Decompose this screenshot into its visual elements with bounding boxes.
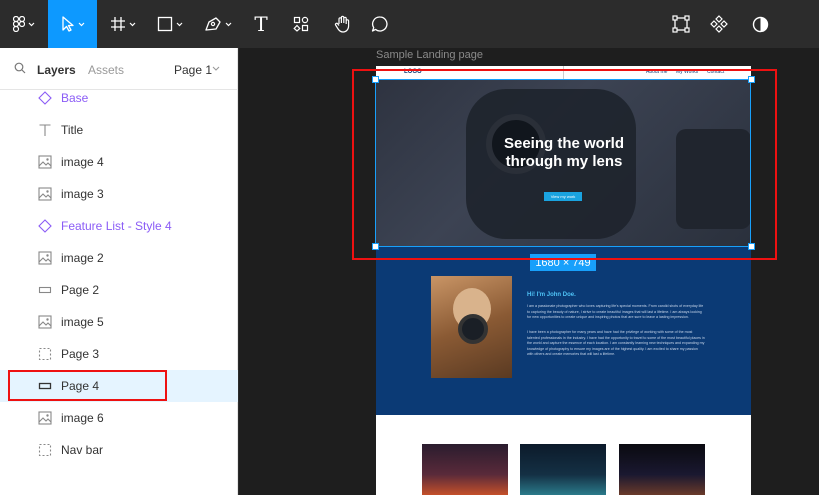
pen-tool-button[interactable] [196, 0, 240, 48]
layer-label: Nav bar [61, 443, 104, 457]
shape-tool-button[interactable] [150, 0, 190, 48]
rectangle-icon [38, 286, 52, 294]
layer-label: image 3 [61, 187, 104, 201]
tab-layers[interactable]: Layers [37, 63, 76, 77]
layer-label: image 5 [61, 315, 104, 329]
dashed-frame-icon [38, 347, 52, 361]
pen-icon [205, 17, 221, 31]
frame-edit-icon [672, 15, 690, 33]
hash-frame-icon [111, 17, 125, 31]
comment-icon [371, 16, 388, 32]
layer-item[interactable]: image 4 [0, 146, 238, 178]
layer-item[interactable]: image 3 [0, 178, 238, 210]
comment-tool-button[interactable] [365, 0, 395, 48]
search-icon[interactable] [14, 62, 26, 74]
layer-label: image 6 [61, 411, 104, 425]
layers-panel: Layers Assets Page 1 Base Title image 4 … [0, 48, 238, 495]
hand-tool-button[interactable] [327, 0, 357, 48]
cursor-arrow-icon [61, 16, 74, 32]
image-icon [38, 187, 52, 201]
figma-logo-icon [13, 16, 25, 32]
gallery-image [422, 444, 508, 495]
highlight-annotation [8, 370, 167, 401]
layer-item[interactable]: image 6 [0, 402, 238, 434]
layer-item[interactable]: Title [0, 114, 238, 146]
text-icon: T [254, 12, 268, 36]
chevron-down-icon [129, 22, 136, 26]
layer-item[interactable]: image 2 [0, 242, 238, 274]
about-paragraph: I have been a photographer for many year… [527, 330, 705, 356]
layer-label: Feature List - Style 4 [61, 219, 172, 233]
edit-object-button[interactable] [666, 0, 696, 48]
square-icon [157, 16, 173, 32]
theme-toggle-button[interactable] [745, 0, 775, 48]
text-icon [39, 124, 51, 136]
component-diamond-icon [38, 91, 52, 105]
gallery-section[interactable] [376, 415, 751, 495]
layer-label: Page 2 [61, 283, 100, 297]
chevron-down-icon [78, 22, 84, 26]
chevron-down-icon[interactable] [212, 66, 220, 71]
page-selector[interactable]: Page 1 [174, 63, 212, 77]
layer-label: Base [61, 91, 89, 105]
layer-label: Page 3 [61, 347, 100, 361]
image-icon [38, 251, 52, 265]
portrait-camera [458, 314, 488, 344]
about-paragraph: I am a passionate photographer who loves… [527, 304, 704, 319]
hand-icon [334, 15, 349, 33]
layer-label: image 4 [61, 155, 104, 169]
about-greeting: Hi! I'm John Doe. [527, 292, 576, 298]
top-toolbar: T [0, 0, 819, 48]
resources-tool-button[interactable] [286, 0, 316, 48]
move-tool-button[interactable] [48, 0, 97, 48]
layer-label: Title [61, 123, 84, 137]
chevron-down-icon [28, 22, 35, 26]
layer-label: image 2 [61, 251, 104, 265]
layer-item[interactable]: image 5 [0, 306, 238, 338]
portrait-photo [431, 276, 512, 378]
component-icon [710, 15, 728, 33]
chevron-down-icon [225, 22, 232, 26]
tab-assets[interactable]: Assets [88, 63, 124, 77]
gallery-image [520, 444, 606, 495]
text-tool-button[interactable]: T [246, 0, 276, 48]
layer-item[interactable]: Feature List - Style 4 [0, 210, 238, 242]
layer-item[interactable]: Base [0, 82, 238, 114]
image-icon [38, 315, 52, 329]
layer-item[interactable]: Nav bar [0, 434, 238, 466]
main-menu-button[interactable] [0, 0, 48, 48]
layer-item[interactable]: Page 3 [0, 338, 238, 370]
image-icon [38, 155, 52, 169]
resources-icon [293, 16, 309, 32]
frame-tool-button[interactable] [103, 0, 143, 48]
frame-title[interactable]: Sample Landing page [376, 49, 483, 61]
highlight-annotation [352, 69, 777, 260]
dashed-frame-icon [38, 443, 52, 457]
chevron-down-icon [176, 22, 183, 26]
components-button[interactable] [704, 0, 734, 48]
gallery-image [619, 444, 705, 495]
component-diamond-icon [38, 219, 52, 233]
about-section[interactable]: Hi! I'm John Doe. I am a passionate phot… [376, 247, 751, 415]
image-icon [38, 411, 52, 425]
layer-item[interactable]: Page 2 [0, 274, 238, 306]
contrast-icon [752, 16, 768, 32]
